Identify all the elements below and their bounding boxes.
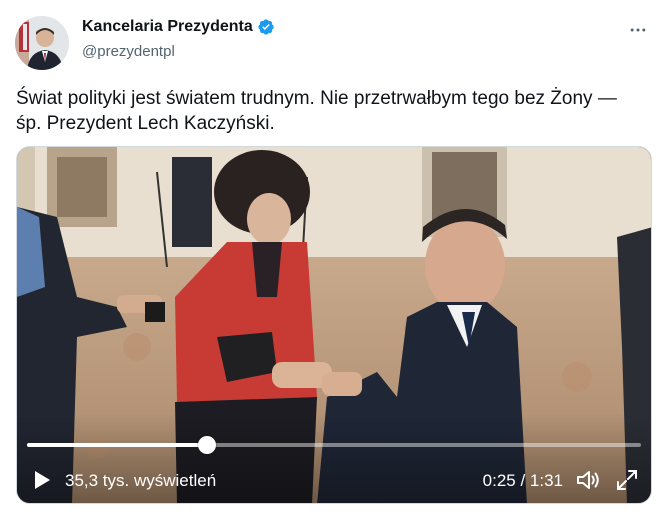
author-name-row[interactable]: Kancelaria Prezydenta <box>82 18 275 36</box>
author-avatar[interactable] <box>15 16 69 70</box>
tweet-text-line-1: Świat polityki jest światem trudnym. Nie… <box>16 88 617 109</box>
author-display-name[interactable]: Kancelaria Prezydenta <box>82 18 253 36</box>
more-horizontal-icon[interactable] <box>626 18 650 42</box>
author-handle[interactable]: @prezydentpl <box>82 43 175 60</box>
video-scrubber-handle[interactable] <box>197 436 216 454</box>
video-player[interactable]: 35,3 tys. wyświetleń 0:25 / 1:31 <box>16 146 652 504</box>
fullscreen-icon[interactable] <box>615 468 639 492</box>
tweet-text: Świat polityki jest światem trudnym. Nie… <box>16 86 652 136</box>
volume-icon[interactable] <box>575 468 601 492</box>
verified-badge-icon <box>257 18 275 36</box>
play-icon[interactable] <box>31 469 53 491</box>
video-progress-fill <box>27 443 207 447</box>
view-count: 35,3 tys. wyświetleń <box>65 471 217 490</box>
video-controls: 35,3 tys. wyświetleń 0:25 / 1:31 <box>17 465 651 495</box>
video-progress-bar[interactable] <box>27 436 641 454</box>
video-time: 0:25 / 1:31 <box>482 471 563 490</box>
tweet-text-line-2: śp. Prezydent Lech Kaczyński. <box>16 113 275 134</box>
avatar-image <box>15 16 69 70</box>
